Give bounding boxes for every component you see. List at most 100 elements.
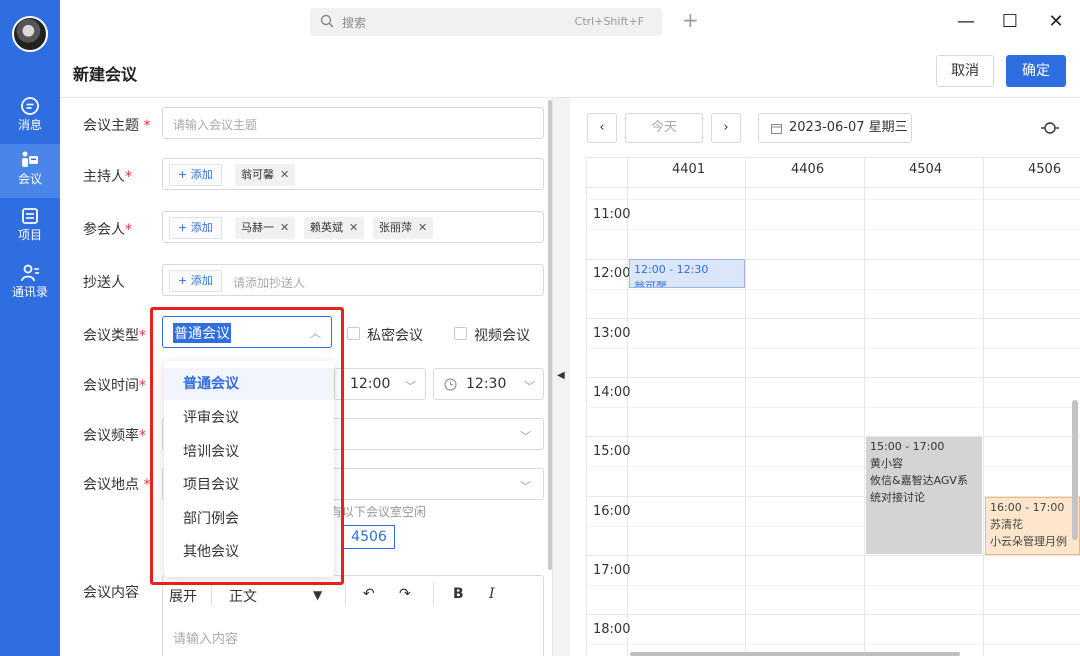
chevron-down-icon[interactable]: ▼ xyxy=(313,588,322,602)
cc-label: 抄送人 xyxy=(83,275,125,291)
calendar-event[interactable]: 12:00 - 12:30 翁可馨 xyxy=(629,259,745,288)
subject-label: 会议主题 * xyxy=(83,118,151,134)
grid-col-line xyxy=(983,157,984,656)
host-label: 主持人* xyxy=(83,169,132,185)
cancel-button[interactable]: 取消 xyxy=(936,55,994,87)
maximize-button[interactable]: ☐ xyxy=(998,10,1022,34)
italic-button[interactable]: I xyxy=(489,586,495,602)
grid-line xyxy=(586,466,1080,467)
event-host: 翁可馨 xyxy=(634,280,667,288)
rail-item-meetings[interactable]: 会议 xyxy=(0,144,60,198)
room-header: 4401 xyxy=(672,162,706,177)
host-tag: 翁可馨 ✕ xyxy=(235,164,296,186)
bold-button[interactable]: B xyxy=(453,586,464,602)
host-field[interactable]: + 添加 翁可馨 ✕ xyxy=(162,158,544,190)
attendee-tag: 赖英斌 ✕ xyxy=(304,217,365,239)
calendar-event[interactable]: 15:00 - 17:00 黄小容 攸信&嘉智达AGV系统对接讨论 xyxy=(866,437,982,554)
hour-label: 12:00 xyxy=(593,266,631,281)
grid-line xyxy=(586,199,1080,200)
panel-splitter[interactable]: ◀ xyxy=(552,98,570,656)
subject-placeholder: 请输入会议主题 xyxy=(173,118,258,132)
chevron-down-icon: ﹀ xyxy=(405,380,416,393)
prev-day-button[interactable]: ‹ xyxy=(587,113,617,143)
search-shortcut: Ctrl+Shift+F xyxy=(574,15,644,28)
free-room-hint: 有以下会议室空闲 xyxy=(330,505,427,519)
type-label: 会议类型* xyxy=(83,328,146,344)
rail-item-projects[interactable]: 项目 xyxy=(0,200,60,254)
hour-label: 13:00 xyxy=(593,326,631,341)
close-button[interactable]: ✕ xyxy=(1044,10,1068,34)
grid-header-line xyxy=(586,187,1080,188)
grid-col-line xyxy=(745,157,746,656)
grid-line xyxy=(586,229,1080,230)
user-avatar[interactable] xyxy=(12,16,48,52)
rail-item-messages[interactable]: 消息 xyxy=(0,90,60,144)
rail-item-contacts[interactable]: 通讯录 xyxy=(0,257,60,311)
attendee-tag: 马赫一 ✕ xyxy=(235,217,296,239)
grid-line xyxy=(586,585,1080,586)
grid-line xyxy=(586,436,1080,437)
grid-col-line xyxy=(864,157,865,656)
event-title: 小云朵管理月例 xyxy=(990,535,1067,548)
toolbar-divider xyxy=(211,582,212,606)
undo-icon[interactable]: ↶ xyxy=(363,586,375,602)
cc-field[interactable]: + 添加 请添加抄送人 xyxy=(162,264,544,296)
hour-label: 11:00 xyxy=(593,207,631,222)
hour-label: 17:00 xyxy=(593,563,631,578)
grid-line xyxy=(586,377,1080,378)
grid-line xyxy=(586,614,1080,615)
message-icon xyxy=(21,97,39,115)
hour-label: 15:00 xyxy=(593,444,631,459)
search-placeholder: 搜索 xyxy=(342,16,367,30)
page-title: 新建会议 xyxy=(73,65,138,84)
remove-tag-icon[interactable]: ✕ xyxy=(349,221,358,234)
content-editor[interactable]: 展开 正文 ▼ ↶ ↷ B I 请输入内容 xyxy=(162,575,544,656)
new-tab-button[interactable]: + xyxy=(682,8,699,32)
rail-label-contacts: 通讯录 xyxy=(11,285,48,299)
rail-label-messages: 消息 xyxy=(17,118,42,132)
end-time-select[interactable]: 12:30 ﹀ xyxy=(433,368,544,400)
remove-tag-icon[interactable]: ✕ xyxy=(418,221,427,234)
remove-tag-icon[interactable]: ✕ xyxy=(280,221,289,234)
project-icon xyxy=(22,208,38,224)
attendees-field[interactable]: + 添加 马赫一 ✕ 赖英斌 ✕ 张丽萍 ✕ xyxy=(162,211,544,243)
date-picker[interactable]: 2023-06-07 星期三 xyxy=(758,113,912,143)
today-button[interactable]: 今天 xyxy=(625,113,703,143)
minimize-button[interactable]: — xyxy=(954,10,978,34)
expand-button[interactable]: 展开 xyxy=(169,586,197,606)
locate-icon[interactable] xyxy=(1041,119,1059,137)
calendar-horizontal-scrollbar[interactable] xyxy=(630,652,960,656)
event-host: 苏清花 xyxy=(990,518,1023,531)
location-label: 会议地点 * xyxy=(83,477,151,493)
event-title: 攸信&嘉智达AGV系统对接讨论 xyxy=(870,474,968,504)
start-time-select[interactable]: 12:00 ﹀ xyxy=(334,368,426,400)
calendar-vertical-scrollbar[interactable] xyxy=(1072,400,1078,540)
window-titlebar: 搜索 Ctrl+Shift+F + — ☐ ✕ xyxy=(60,0,1080,44)
add-host-button[interactable]: + 添加 xyxy=(169,164,222,186)
private-label: 私密会议 xyxy=(367,328,423,344)
grid-line xyxy=(586,289,1080,290)
hour-label: 18:00 xyxy=(593,622,631,637)
calendar-event[interactable]: 16:00 - 17:00 苏清花 小云朵管理月例 xyxy=(985,497,1080,555)
video-checkbox[interactable] xyxy=(454,327,467,340)
room-header: 4406 xyxy=(791,162,825,177)
toolbar-divider xyxy=(345,582,346,606)
contacts-icon xyxy=(21,264,39,282)
add-attendee-button[interactable]: + 添加 xyxy=(169,217,222,239)
room-header: 4504 xyxy=(909,162,943,177)
confirm-button[interactable]: 确定 xyxy=(1006,55,1066,87)
private-checkbox[interactable] xyxy=(347,327,360,340)
collapse-arrow-icon[interactable]: ◀ xyxy=(557,370,565,381)
subject-input[interactable]: 请输入会议主题 xyxy=(162,107,544,139)
attendee-tag: 张丽萍 ✕ xyxy=(373,217,434,239)
add-cc-button[interactable]: + 添加 xyxy=(169,270,222,292)
room-chip-4506[interactable]: 4506 xyxy=(343,525,395,549)
redo-icon[interactable]: ↷ xyxy=(399,586,411,602)
next-day-button[interactable]: › xyxy=(711,113,741,143)
search-input[interactable]: 搜索 Ctrl+Shift+F xyxy=(310,8,662,36)
remove-tag-icon[interactable]: ✕ xyxy=(280,168,289,181)
page-header: 新建会议 取消 确定 xyxy=(60,44,1080,98)
paragraph-style-select[interactable]: 正文 xyxy=(229,586,257,606)
event-host: 黄小容 xyxy=(870,457,903,470)
hour-label: 16:00 xyxy=(593,504,631,519)
